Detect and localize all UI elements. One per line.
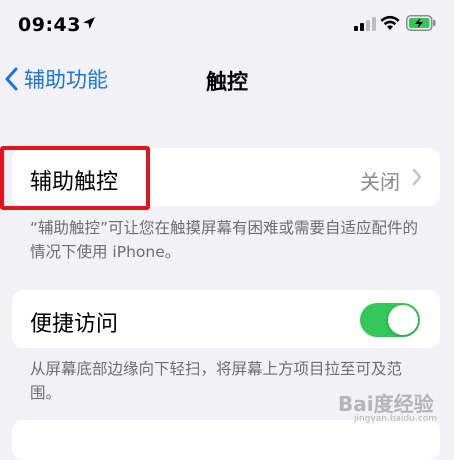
watermark-subtext: jingyan.baidu.com [354,414,438,424]
chevron-right-icon [412,168,422,186]
navigation-bar: 辅助功能 触控 [0,52,454,104]
highlight-box [0,146,150,210]
reachability-toggle[interactable] [360,303,420,337]
reachability-label: 便捷访问 [30,312,119,337]
cellular-signal-icon [354,17,376,31]
assistive-touch-footnote: “辅助触控”可让您在触摸屏幕有困难或需要自适应配件的情况下使用 iPhone。 [30,219,419,261]
wifi-icon [380,15,400,30]
page-title: 触控 [206,70,248,94]
watermark: Bai度经验 jingyan.baidu.com [330,378,448,428]
assistive-touch-value: 关闭 [360,170,400,194]
status-bar: 09:43 [0,0,454,44]
reachability-row: 便捷访问 [12,290,440,348]
toggle-knob [388,305,418,335]
watermark-text: Bai度经验 [338,392,434,416]
battery-charging-icon [406,15,436,31]
status-time: 09:43 [18,14,81,36]
location-arrow-icon [83,17,95,29]
